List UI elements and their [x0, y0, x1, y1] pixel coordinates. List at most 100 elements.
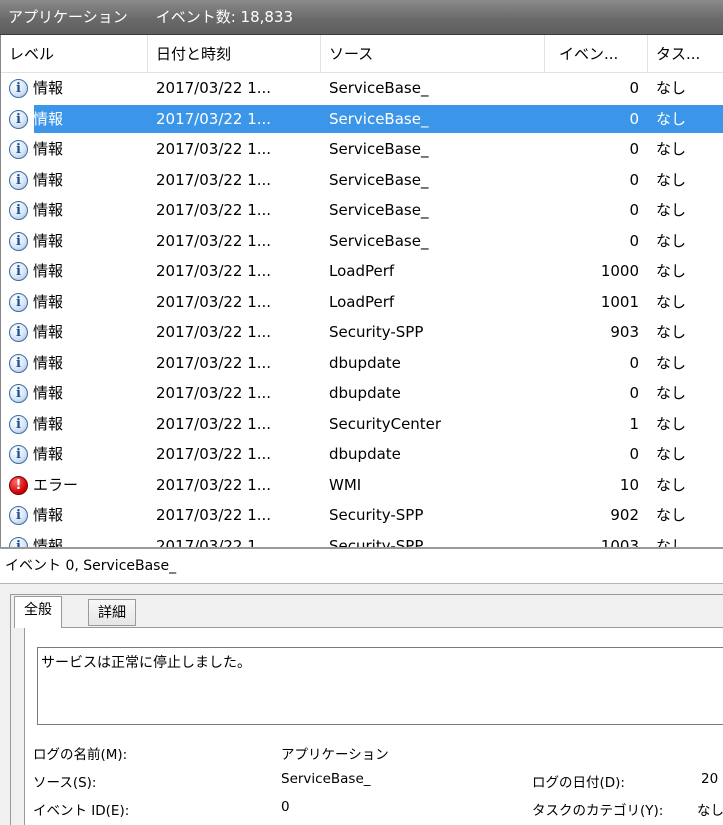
row-event-id: 10 [619, 475, 639, 494]
event-row[interactable]: 情報 2017/03/22 1... dbupdate 0 なし [1, 378, 723, 409]
event-row[interactable]: 情報 2017/03/22 1... Security-SPP 1003 なし [1, 531, 723, 548]
row-event-id: 0 [629, 445, 639, 463]
row-event-id: 903 [610, 323, 639, 341]
row-task: なし [656, 536, 687, 548]
event-list[interactable]: レベル 日付と時刻 ソース イベン... タス... 情報 2017/03/22 … [0, 35, 723, 547]
row-task: なし [656, 140, 687, 158]
row-date: 2017/03/22 1... [156, 506, 272, 524]
info-icon [9, 353, 28, 373]
log-name-label: ログの名前(M): [33, 747, 128, 763]
row-source: WMI [329, 475, 362, 494]
column-header-date[interactable]: 日付と時刻 [148, 35, 321, 73]
event-row[interactable]: 情報 2017/03/22 1... Security-SPP 902 なし [1, 500, 723, 531]
row-level: 情報 [33, 140, 64, 158]
event-row[interactable]: 情報 2017/03/22 1... SecurityCenter 1 なし [1, 409, 723, 440]
row-source: dbupdate [329, 353, 401, 372]
event-row[interactable]: 情報 2017/03/22 1... dbupdate 0 なし [1, 348, 723, 379]
column-header-source[interactable]: ソース [321, 35, 545, 73]
row-task: なし [656, 353, 687, 372]
row-source: LoadPerf [329, 262, 395, 280]
tab-general[interactable]: 全般 [14, 596, 62, 628]
row-event-id: 1001 [600, 292, 639, 311]
task-category-value: なし [697, 803, 723, 819]
event-rows: 情報2017/03/22 1...ServiceBase_0なし情報2017/0… [1, 73, 723, 547]
row-event-id: 0 [629, 231, 639, 250]
row-source: dbupdate [329, 384, 401, 402]
row-event-id: 0 [629, 201, 639, 219]
row-level: 情報 [33, 109, 64, 128]
event-row[interactable]: 情報 2017/03/22 1... ServiceBase_ 0 なし [1, 226, 723, 257]
row-date: 2017/03/22 1... [156, 109, 272, 128]
event-row[interactable]: 情報 2017/03/22 1... ServiceBase_ 0 なし [1, 134, 723, 165]
row-source: ServiceBase_ [329, 201, 429, 219]
event-row[interactable]: 情報 2017/03/22 1... ServiceBase_ 0 なし [1, 165, 723, 196]
row-date: 2017/03/22 1... [156, 262, 272, 280]
row-task: なし [656, 323, 687, 341]
info-icon [9, 170, 28, 190]
row-source: Security-SPP [329, 506, 424, 524]
row-task: なし [656, 445, 687, 463]
event-row[interactable]: 情報 2017/03/22 1... dbupdate 0 なし [1, 439, 723, 470]
general-tab-body: サービスは正常に停止しました。 ログの名前(M): アプリケーション ソース(S… [24, 627, 723, 825]
row-level: 情報 [33, 79, 64, 97]
row-event-id: 0 [629, 353, 639, 372]
row-task: なし [656, 475, 687, 494]
row-level: 情報 [33, 506, 64, 524]
row-event-id: 1003 [600, 536, 639, 548]
row-level: 情報 [33, 292, 64, 311]
event-row[interactable]: 情報 2017/03/22 1... Security-SPP 903 なし [1, 317, 723, 348]
info-icon [9, 140, 28, 159]
row-date: 2017/03/22 1... [156, 475, 272, 494]
task-category-label: タスクのカテゴリ(Y): [532, 803, 664, 819]
row-event-id: 1 [629, 414, 639, 433]
row-event-id: 0 [629, 109, 639, 128]
tab-details[interactable]: 詳細 [88, 599, 136, 626]
info-icon [9, 323, 28, 342]
row-level: エラー [33, 475, 79, 494]
event-row[interactable]: エラー 2017/03/22 1... WMI 10 なし [1, 470, 723, 501]
log-name-title: アプリケーション [8, 8, 128, 26]
column-header-task[interactable]: タス... [648, 35, 723, 73]
event-row[interactable]: 情報 2017/03/22 1... ServiceBase_ 0 なし [1, 73, 723, 104]
row-source: ServiceBase_ [329, 231, 429, 250]
info-icon [9, 536, 28, 547]
event-id-label: イベント ID(E): [33, 803, 130, 819]
column-header-level[interactable]: レベル [1, 35, 148, 73]
row-date: 2017/03/22 1... [156, 170, 272, 189]
event-row[interactable]: 情報 2017/03/22 1... ServiceBase_ 0 なし [1, 104, 723, 135]
row-date: 2017/03/22 1... [156, 445, 272, 463]
event-row[interactable]: 情報 2017/03/22 1... LoadPerf 1000 なし [1, 256, 723, 287]
row-level: 情報 [33, 170, 64, 189]
row-task: なし [656, 262, 687, 280]
row-date: 2017/03/22 1... [156, 292, 272, 311]
info-icon [9, 445, 28, 464]
row-task: なし [656, 384, 687, 402]
row-event-id: 0 [629, 79, 639, 97]
row-source: dbupdate [329, 445, 401, 463]
row-task: なし [656, 292, 687, 311]
row-task: なし [656, 109, 687, 128]
row-level: 情報 [33, 323, 64, 341]
event-details-pane: 全般 詳細 サービスは正常に停止しました。 ログの名前(M): アプリケーション… [0, 584, 723, 825]
row-event-id: 902 [610, 506, 639, 524]
column-header-event-id[interactable]: イベン... [545, 35, 648, 73]
event-row[interactable]: 情報 2017/03/22 1... ServiceBase_ 0 なし [1, 195, 723, 226]
row-source: Security-SPP [329, 536, 424, 548]
row-date: 2017/03/22 1... [156, 323, 272, 341]
row-date: 2017/03/22 1... [156, 353, 272, 372]
row-date: 2017/03/22 1... [156, 536, 272, 548]
event-id-value: 0 [281, 799, 290, 815]
info-icon [9, 414, 28, 434]
event-row[interactable]: 情報 2017/03/22 1... LoadPerf 1001 なし [1, 287, 723, 318]
info-icon [9, 506, 28, 525]
row-level: 情報 [33, 445, 64, 463]
row-source: ServiceBase_ [329, 140, 429, 158]
pane-title-bar: アプリケーション イベント数: 18,833 [0, 0, 723, 35]
row-event-id: 0 [629, 170, 639, 189]
logged-date-label: ログの日付(D): [532, 775, 625, 791]
event-description[interactable]: サービスは正常に停止しました。 [37, 647, 723, 725]
row-source: SecurityCenter [329, 414, 442, 433]
row-level: 情報 [33, 262, 64, 280]
row-source: ServiceBase_ [329, 79, 429, 97]
row-source: ServiceBase_ [329, 170, 429, 189]
